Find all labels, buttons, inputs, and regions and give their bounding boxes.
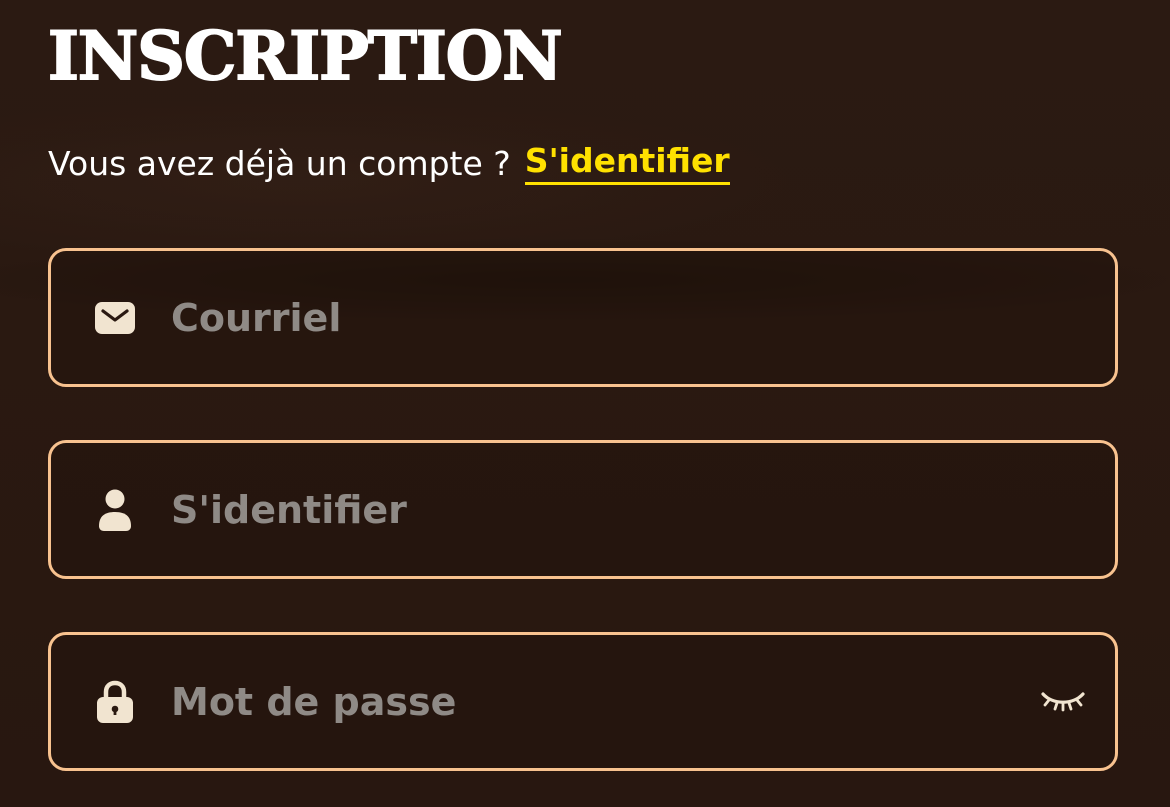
page-title: INSCRIPTION [47,16,564,96]
email-input[interactable] [171,251,1011,384]
password-input[interactable] [171,635,1011,768]
user-icon [93,488,137,532]
password-field[interactable] [48,632,1118,771]
username-field[interactable] [48,440,1118,579]
envelope-icon [93,296,137,340]
eye-closed-icon[interactable] [1039,684,1087,720]
username-input[interactable] [171,443,1011,576]
login-link[interactable]: S'identifier [524,141,730,185]
signup-page: INSCRIPTION Vous avez déjà un compte ? S… [0,0,1170,807]
login-prompt-row: Vous avez déjà un compte ? S'identifier [48,138,730,188]
email-field[interactable] [48,248,1118,387]
lock-icon [93,680,137,724]
login-prompt-text: Vous avez déjà un compte ? [48,143,511,183]
